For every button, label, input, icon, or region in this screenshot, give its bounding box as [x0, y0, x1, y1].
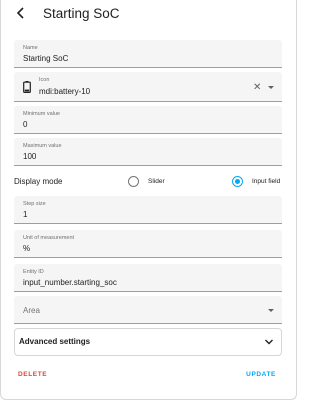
area-select[interactable]: Area	[14, 296, 282, 324]
icon-value[interactable]: mdi:battery-10	[39, 87, 90, 96]
back-icon[interactable]	[13, 6, 29, 24]
entity-id-input[interactable]: input_number.starting_soc	[23, 278, 117, 287]
unit-field[interactable]: Unit of measurement %	[14, 230, 282, 258]
chevron-down-icon[interactable]	[264, 338, 274, 346]
radio-slider[interactable]	[128, 176, 139, 187]
icon-field[interactable]: Icon mdi:battery-10 ✕	[14, 72, 282, 102]
unit-input[interactable]: %	[23, 244, 30, 253]
delete-button[interactable]: DELETE	[18, 371, 47, 378]
name-label: Name	[23, 45, 38, 51]
advanced-settings-title: Advanced settings	[19, 337, 91, 346]
maximum-value-input[interactable]: 100	[23, 152, 36, 161]
step-size-label: Step size	[23, 201, 46, 207]
dialog-header: Starting SoC	[1, 0, 296, 30]
radio-input-field[interactable]	[232, 176, 243, 187]
battery-10-icon	[23, 81, 31, 93]
chevron-down-icon[interactable]	[268, 86, 274, 89]
minimum-value-label: Minimum value	[23, 111, 60, 117]
name-value[interactable]: Starting SoC	[23, 54, 68, 63]
maximum-value-field[interactable]: Maximum value 100	[14, 138, 282, 166]
icon-label: Icon	[39, 77, 50, 83]
update-button[interactable]: UPDATE	[246, 371, 276, 378]
display-mode-label: Display mode	[14, 177, 63, 186]
display-mode-group: Display mode Slider Input field	[14, 172, 284, 192]
entity-id-label: Entity ID	[23, 269, 44, 275]
minimum-value-input[interactable]: 0	[23, 120, 27, 129]
clear-icon[interactable]: ✕	[253, 83, 261, 93]
area-label: Area	[23, 306, 40, 315]
dialog-title: Starting SoC	[43, 6, 120, 21]
entity-id-field[interactable]: Entity ID input_number.starting_soc	[14, 264, 282, 292]
radio-slider-label[interactable]: Slider	[148, 178, 165, 185]
unit-label: Unit of measurement	[23, 235, 75, 241]
advanced-settings-expander[interactable]: Advanced settings	[14, 328, 282, 356]
entity-settings-dialog: Starting SoC Name Starting SoC Icon mdi:…	[0, 0, 297, 400]
step-size-field[interactable]: Step size 1	[14, 196, 282, 224]
name-field[interactable]: Name Starting SoC	[14, 40, 282, 68]
maximum-value-label: Maximum value	[23, 143, 62, 149]
chevron-down-icon[interactable]	[268, 309, 274, 312]
minimum-value-field[interactable]: Minimum value 0	[14, 106, 282, 134]
step-size-input[interactable]: 1	[23, 210, 27, 219]
radio-input-field-label[interactable]: Input field	[252, 178, 280, 185]
